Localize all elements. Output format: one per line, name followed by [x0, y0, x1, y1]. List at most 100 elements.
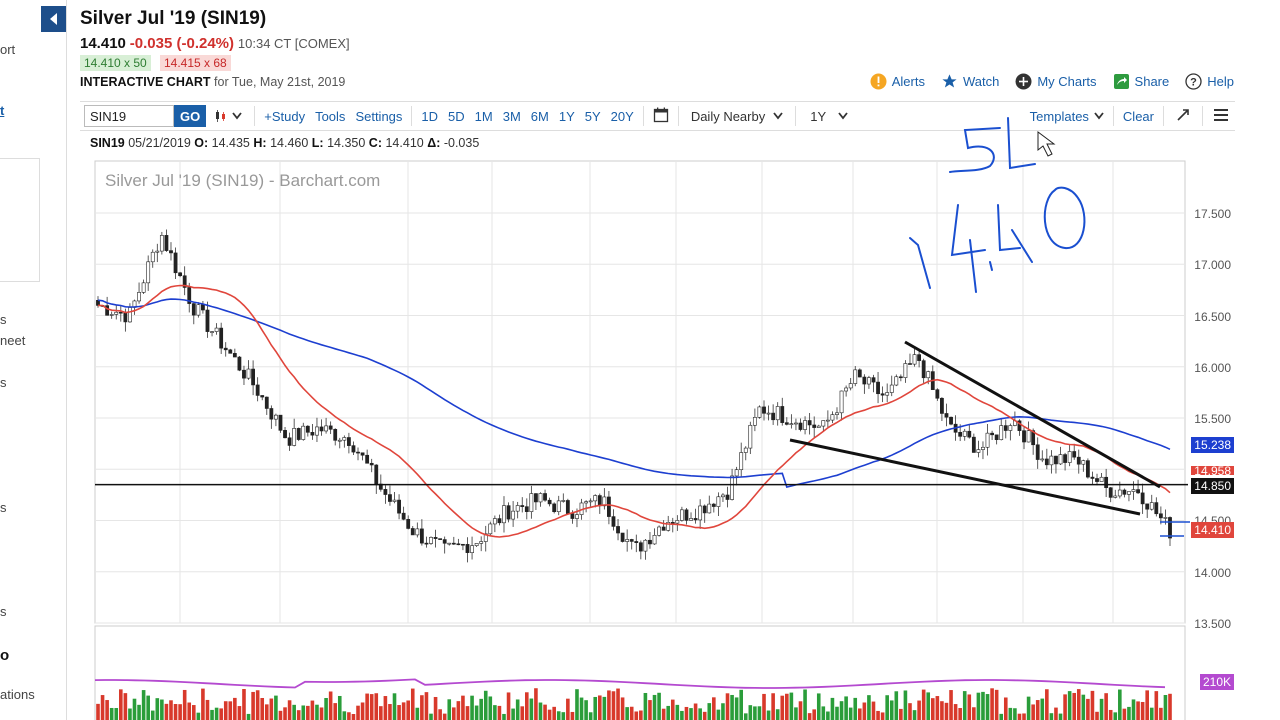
volume-bar — [844, 696, 848, 720]
y-axis-tick: 16.500 — [1194, 310, 1231, 324]
candle-body — [657, 526, 661, 536]
price-chart[interactable] — [0, 0, 1280, 720]
candle-body — [269, 408, 274, 420]
volume-bar — [178, 704, 182, 720]
candle-body — [1127, 491, 1131, 495]
candle-body — [310, 432, 315, 436]
candle-body — [638, 542, 643, 552]
candle-body — [333, 429, 338, 441]
chart-watermark: Silver Jul '19 (SIN19) - Barchart.com — [105, 171, 381, 190]
volume-bar — [566, 698, 570, 720]
candle-body — [237, 356, 242, 371]
volume-bar — [502, 713, 506, 720]
candle-body — [967, 430, 972, 438]
volume-bar — [525, 692, 529, 720]
volume-bar — [315, 704, 319, 720]
candle-body — [949, 416, 953, 425]
candle-body — [424, 542, 429, 545]
volume-bar — [1003, 697, 1008, 720]
volume-bar — [757, 706, 762, 720]
candle-body — [734, 469, 739, 477]
volume-bar — [214, 707, 219, 720]
candle-body — [251, 368, 255, 386]
candle-body — [1090, 476, 1095, 479]
candle-body — [543, 493, 547, 501]
volume-bar — [1054, 707, 1058, 720]
volume-bar — [283, 707, 287, 720]
candle-body — [588, 500, 593, 503]
volume-bar — [680, 710, 684, 720]
candle-body — [461, 543, 465, 546]
candle-body — [1049, 455, 1054, 466]
candle-body — [137, 292, 141, 302]
candle-body — [442, 539, 447, 544]
volume-bar — [698, 708, 702, 720]
candle-body — [1058, 454, 1063, 465]
volume-bar — [894, 691, 899, 720]
candle-body — [401, 512, 406, 520]
volume-bar — [876, 710, 880, 720]
volume-bar — [1072, 692, 1077, 720]
volume-bar — [379, 706, 383, 720]
volume-bar — [1104, 693, 1108, 720]
candle-body — [346, 437, 351, 446]
candle-body — [515, 505, 520, 512]
candle-body — [415, 528, 420, 536]
volume-bar — [940, 701, 944, 720]
volume-bar — [1035, 700, 1040, 720]
candle-body — [999, 425, 1004, 440]
candle-body — [940, 397, 944, 414]
volume-bar — [634, 711, 639, 720]
volume-bar — [128, 708, 132, 720]
volume-bar — [415, 707, 420, 720]
volume-bar — [497, 705, 502, 720]
candle-body — [775, 406, 780, 421]
candle-body — [232, 353, 237, 358]
candle-body — [392, 499, 397, 502]
volume-bar — [96, 703, 100, 720]
volume-bar — [269, 698, 274, 720]
candle-body — [438, 538, 443, 540]
volume-bar — [1099, 698, 1104, 720]
volume-bar — [962, 691, 967, 720]
candle-body — [155, 250, 160, 253]
candle-body — [903, 363, 908, 378]
candle-body — [876, 381, 880, 395]
candle-body — [976, 449, 981, 453]
volume-bar — [251, 691, 255, 720]
candle-body — [287, 437, 292, 446]
volume-bar — [310, 700, 315, 720]
candle-body — [716, 496, 721, 507]
candle-body — [794, 422, 798, 425]
volume-bar — [880, 712, 885, 720]
volume-bar — [949, 690, 953, 720]
volume-bar — [374, 693, 379, 720]
volume-bar — [292, 704, 296, 720]
y-axis-tick: 13.500 — [1194, 617, 1231, 631]
volume-bar — [625, 707, 629, 720]
volume-bar — [1090, 690, 1095, 720]
candle-body — [159, 235, 164, 252]
volume-bar — [990, 688, 994, 720]
candle-body — [337, 439, 342, 442]
volume-bar — [1149, 707, 1154, 720]
volume-bar — [1058, 713, 1063, 720]
candle-body — [118, 311, 123, 314]
candle-body — [935, 389, 940, 399]
candle-body — [264, 396, 269, 409]
volume-bar — [721, 703, 725, 720]
candle-body — [451, 542, 456, 545]
volume-bar — [1154, 691, 1159, 720]
candle-body — [474, 543, 479, 546]
candle-body — [994, 434, 999, 440]
candle-body — [871, 377, 876, 383]
candle-body — [607, 496, 611, 517]
candle-body — [470, 545, 474, 553]
volume-bar — [191, 705, 196, 720]
candle-body — [479, 541, 484, 544]
y-axis-tick: 17.000 — [1194, 258, 1231, 272]
volume-bar — [205, 699, 210, 720]
candle-body — [584, 501, 589, 504]
volume-bar — [958, 708, 962, 720]
volume-bar — [839, 701, 844, 720]
